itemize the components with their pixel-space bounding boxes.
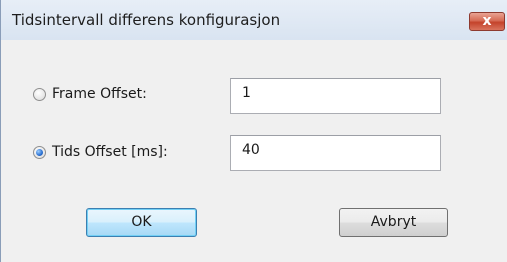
dialog-window: Tidsintervall differens konfigurasjon x … — [0, 0, 507, 262]
dialog-title: Tidsintervall differens konfigurasjon — [12, 11, 281, 29]
close-icon: x — [482, 13, 492, 29]
tids-offset-radio[interactable] — [33, 146, 46, 159]
title-bar[interactable]: Tidsintervall differens konfigurasjon x — [1, 0, 507, 40]
close-button[interactable]: x — [469, 12, 505, 31]
frame-offset-radio[interactable] — [33, 88, 46, 101]
ok-button[interactable]: OK — [86, 208, 197, 237]
frame-offset-field[interactable]: 1 — [230, 78, 441, 114]
tids-offset-field[interactable]: 40 — [230, 135, 441, 171]
dialog-content: Frame Offset: 1 Tids Offset [ms]: 40 OK … — [1, 40, 507, 262]
cancel-button[interactable]: Avbryt — [339, 208, 448, 237]
tids-offset-label: Tids Offset [ms]: — [52, 144, 168, 160]
frame-offset-label: Frame Offset: — [52, 86, 147, 102]
